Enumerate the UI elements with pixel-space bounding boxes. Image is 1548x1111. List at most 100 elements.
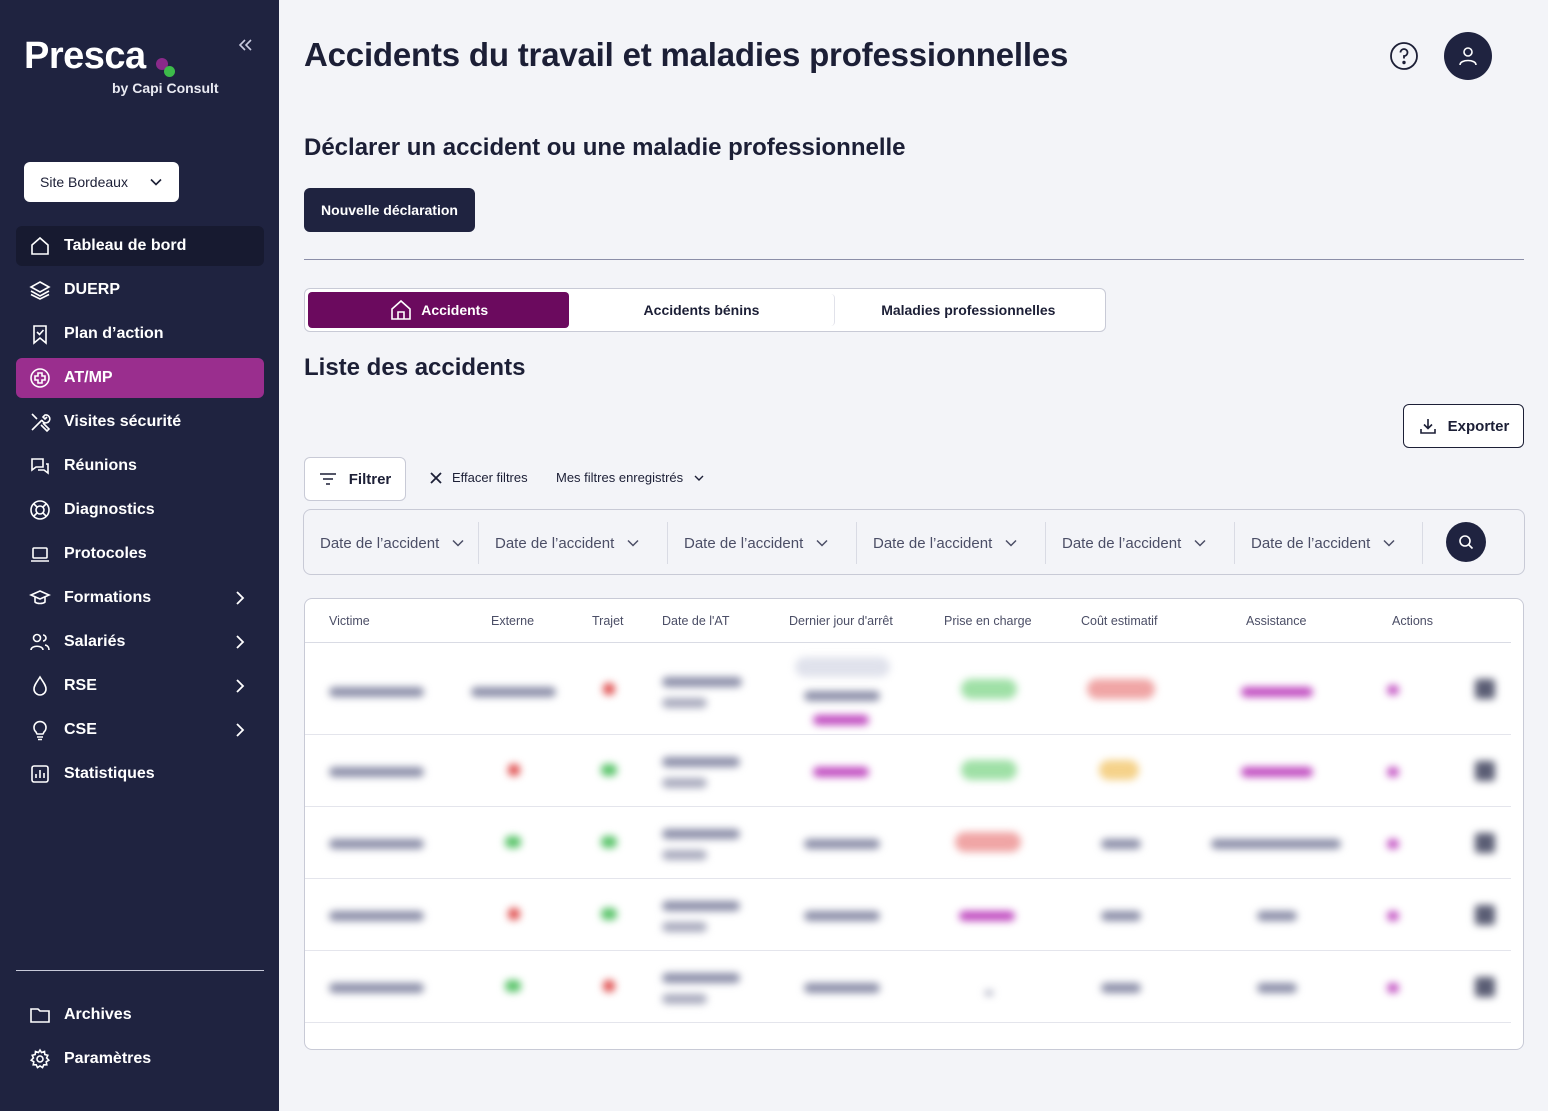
sidebar-item-cse[interactable]: CSE	[16, 710, 264, 750]
date-filter-select[interactable]: Date de l’accident	[856, 522, 1045, 564]
home-icon	[28, 234, 52, 258]
sidebar-item-atmp[interactable]: AT/MP	[16, 358, 264, 398]
edit-icon[interactable]	[1475, 679, 1495, 702]
search-button[interactable]	[1446, 522, 1486, 562]
sidebar-item-label: AT/MP	[64, 369, 113, 386]
sidebar-item-duerp[interactable]: DUERP	[16, 270, 264, 310]
blurred-cell	[601, 764, 617, 779]
table-row[interactable]	[305, 879, 1511, 951]
saved-filters-label: Mes filtres enregistrés	[556, 470, 684, 485]
clear-filters-button[interactable]: Effacer filtres	[430, 470, 528, 485]
table-row[interactable]	[305, 951, 1511, 1023]
export-label: Exporter	[1447, 417, 1510, 435]
sidebar-item-trainings[interactable]: Formations	[16, 578, 264, 618]
date-filter-select[interactable]: Date de l’accident	[667, 522, 856, 564]
logo-subtitle: by Capi Consult	[112, 80, 219, 96]
saved-filters-dropdown[interactable]: Mes filtres enregistrés	[556, 470, 705, 485]
column-header[interactable]: Assistance	[1246, 614, 1306, 628]
date-filter-select[interactable]: Date de l’accident	[1234, 522, 1423, 564]
sidebar-item-label: Paramètres	[64, 1050, 152, 1067]
edit-icon[interactable]	[1475, 833, 1495, 856]
table-row[interactable]	[305, 643, 1511, 735]
sidebar-item-label: RSE	[64, 677, 97, 694]
sidebar-item-statistics[interactable]: Statistiques	[16, 754, 264, 794]
sidebar-item-protocols[interactable]: Protocoles	[16, 534, 264, 574]
blurred-cell	[471, 685, 556, 700]
blurred-cell	[508, 764, 520, 779]
date-filter-label: Date de l’accident	[873, 534, 993, 552]
edit-icon[interactable]	[1475, 977, 1495, 1000]
edit-icon[interactable]	[1475, 761, 1495, 784]
date-filter-select[interactable]: Date de l’accident	[478, 522, 667, 564]
sidebar-item-label: Tableau de bord	[64, 237, 187, 254]
blurred-cell	[1257, 981, 1297, 996]
users-icon	[28, 630, 52, 654]
tab-occupational-diseases[interactable]: Maladies professionnelles	[835, 292, 1102, 328]
sidebar-item-meetings[interactable]: Réunions	[16, 446, 264, 486]
new-declaration-button[interactable]: Nouvelle déclaration	[304, 188, 475, 232]
blurred-cell	[1387, 837, 1399, 852]
column-header[interactable]: Coût estimatif	[1081, 614, 1157, 628]
date-filter-select[interactable]: Date de l’accident	[1045, 522, 1234, 564]
blurred-cell	[1101, 909, 1141, 924]
sidebar-item-archives[interactable]: Archives	[16, 995, 264, 1035]
folder-icon	[28, 1003, 52, 1027]
tab-label: Maladies professionnelles	[881, 302, 1056, 318]
blurred-cell	[603, 980, 615, 995]
drop-icon	[28, 674, 52, 698]
sidebar-item-label: Protocoles	[64, 545, 147, 562]
sidebar-item-employees[interactable]: Salariés	[16, 622, 264, 662]
tab-minor-accidents[interactable]: Accidents bénins	[569, 294, 835, 326]
chevron-down-icon	[452, 539, 464, 547]
edit-icon[interactable]	[1475, 905, 1495, 928]
blurred-cell	[329, 981, 424, 996]
logo[interactable]: Presca by Capi Consult	[24, 34, 219, 96]
blurred-cell	[1387, 909, 1399, 924]
date-filter-label: Date de l’accident	[320, 534, 440, 552]
sidebar-item-diagnostics[interactable]: Diagnostics	[16, 490, 264, 530]
gear-icon	[28, 1047, 52, 1071]
blurred-cell	[813, 765, 869, 780]
blurred-cell	[959, 909, 1015, 924]
column-header[interactable]: Dernier jour d'arrêt	[789, 614, 893, 628]
sidebar-item-label: Archives	[64, 1006, 132, 1023]
date-filter-label: Date de l’accident	[1062, 534, 1182, 552]
chevron-down-icon	[1383, 539, 1395, 547]
page-title: Accidents du travail et maladies profess…	[304, 36, 1069, 73]
filter-button[interactable]: Filtrer	[304, 457, 406, 501]
sidebar-divider	[16, 970, 264, 971]
column-header[interactable]: Trajet	[592, 614, 624, 628]
sidebar-item-settings[interactable]: Paramètres	[16, 1039, 264, 1079]
blurred-cell	[601, 836, 617, 851]
table-row[interactable]	[305, 735, 1511, 807]
sidebar-item-label: Salariés	[64, 633, 126, 650]
column-header[interactable]: Prise en charge	[944, 614, 1032, 628]
blurred-cell	[961, 679, 1017, 702]
blurred-cell	[985, 983, 993, 998]
sidebar-item-dashboard[interactable]: Tableau de bord	[16, 226, 264, 266]
column-header[interactable]: Date de l'AT	[662, 614, 729, 628]
medical-cross-icon	[28, 366, 52, 390]
blurred-cell	[1241, 765, 1313, 780]
sidebar-item-rse[interactable]: RSE	[16, 666, 264, 706]
bookmark-check-icon	[28, 322, 52, 346]
column-header[interactable]: Actions	[1392, 614, 1433, 628]
date-filter-select[interactable]: Date de l’accident	[304, 522, 478, 564]
sidebar-item-action-plan[interactable]: Plan d’action	[16, 314, 264, 354]
tab-accidents[interactable]: Accidents	[308, 292, 570, 328]
filter-bar: Date de l’accident Date de l’accident Da…	[303, 509, 1525, 575]
help-icon[interactable]	[1388, 40, 1420, 72]
export-button[interactable]: Exporter	[1403, 404, 1524, 448]
site-select[interactable]: Site Bordeaux	[24, 162, 179, 202]
sidebar: Presca by Capi Consult Site Bordeaux Tab…	[0, 0, 279, 1111]
table-row[interactable]	[305, 807, 1511, 879]
chevron-down-icon	[627, 539, 639, 547]
column-header[interactable]: Victime	[329, 614, 370, 628]
user-avatar-button[interactable]	[1444, 32, 1492, 80]
column-header[interactable]: Externe	[491, 614, 534, 628]
sidebar-item-label: CSE	[64, 721, 97, 738]
blurred-cell	[662, 827, 740, 863]
table-header: Victime Externe Trajet Date de l'AT Dern…	[305, 599, 1511, 643]
sidebar-item-safety-visits[interactable]: Visites sécurité	[16, 402, 264, 442]
collapse-sidebar-icon[interactable]	[232, 32, 258, 58]
